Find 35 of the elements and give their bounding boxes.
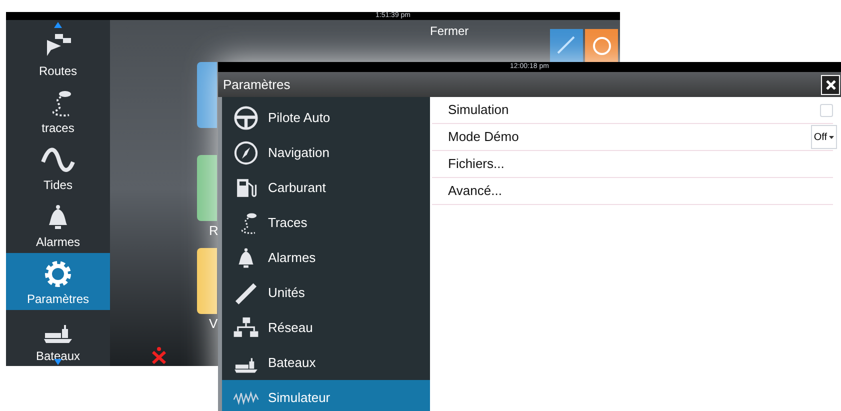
sidebar-item[interactable]: Paramètres bbox=[6, 253, 110, 310]
tile-label: V bbox=[209, 316, 218, 331]
sidebar-item[interactable]: Routes bbox=[6, 25, 110, 82]
category-item[interactable]: Pilote Auto bbox=[222, 100, 430, 135]
steering-wheel-icon bbox=[232, 104, 260, 130]
option-label: Simulation bbox=[448, 101, 509, 120]
app-tile-icon[interactable] bbox=[585, 29, 618, 62]
app-tile[interactable] bbox=[197, 155, 217, 221]
category-item[interactable]: Unités bbox=[222, 275, 430, 310]
option-label[interactable]: Fichiers... bbox=[448, 154, 504, 174]
tile-label: R bbox=[209, 223, 218, 238]
close-icon[interactable] bbox=[821, 74, 840, 94]
app-tile[interactable] bbox=[197, 62, 217, 128]
option-label[interactable]: Avancé... bbox=[448, 181, 502, 201]
category-item[interactable]: Carburant bbox=[222, 170, 430, 205]
close-button[interactable]: Fermer bbox=[430, 22, 469, 40]
sidebar-item[interactable]: Bateaux bbox=[6, 310, 110, 366]
category-item[interactable]: Bateaux bbox=[222, 345, 430, 380]
checkbox[interactable] bbox=[820, 104, 833, 116]
window-title: Paramètres bbox=[223, 76, 290, 94]
person-cross-icon bbox=[151, 346, 167, 364]
category-item[interactable]: Simulateur bbox=[222, 380, 430, 411]
category-item[interactable]: Navigation bbox=[222, 135, 430, 170]
compass-icon bbox=[232, 140, 260, 166]
app-tile-icon[interactable] bbox=[550, 29, 583, 62]
caret-icon bbox=[829, 136, 834, 138]
category-item[interactable]: Alarmes bbox=[222, 240, 430, 275]
category-item[interactable]: Traces bbox=[222, 205, 430, 240]
app-tile[interactable] bbox=[197, 248, 217, 314]
category-item[interactable]: Réseau bbox=[222, 310, 430, 345]
sidebar-item[interactable]: Alarmes bbox=[6, 196, 110, 253]
sidebar-item[interactable]: Tides bbox=[6, 139, 110, 196]
option-label: Mode Démo bbox=[448, 128, 519, 146]
dropdown[interactable]: Off bbox=[810, 125, 837, 149]
sidebar-item[interactable]: traces bbox=[6, 82, 110, 139]
